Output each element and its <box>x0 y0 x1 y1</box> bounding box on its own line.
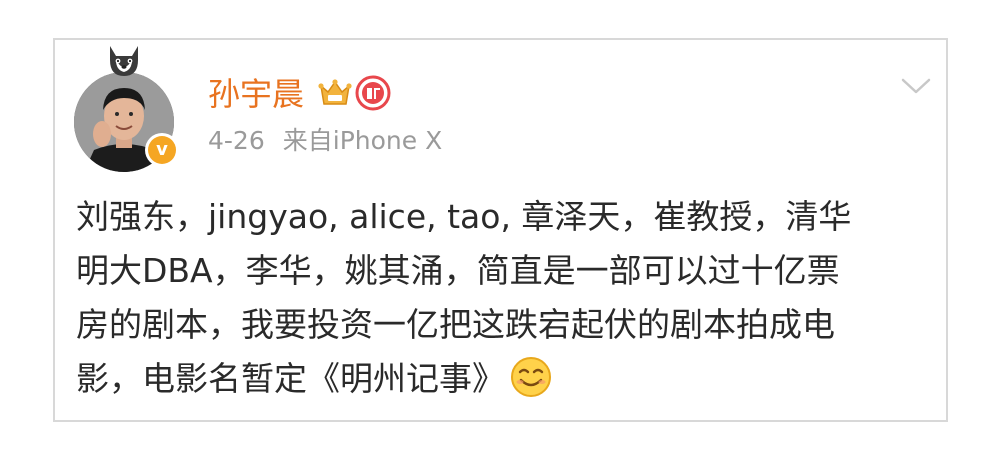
smile-icon <box>509 355 553 399</box>
level-badge-icon[interactable] <box>355 75 391 111</box>
post-text-line-content: 影，电影名暂定《明州记事》 <box>76 359 505 398</box>
post-source: 来自iPhone X <box>282 126 443 155</box>
post-text-line-last: 影，电影名暂定《明州记事》 <box>76 352 926 406</box>
chevron-down-icon[interactable] <box>900 75 932 97</box>
post-text: 刘强东，jingyao, alice, tao, 章泽天，崔教授，清华 明大DB… <box>76 190 926 406</box>
post-time[interactable]: 4-26 <box>208 126 265 155</box>
verified-badge-glyph: v <box>148 136 176 164</box>
vip-crown-icon[interactable] <box>318 78 352 108</box>
husky-icon <box>104 44 144 78</box>
post-text-line: 刘强东，jingyao, alice, tao, 章泽天，崔教授，清华 <box>76 197 852 236</box>
username[interactable]: 孙宇晨 <box>208 74 304 114</box>
post-text-line: 明大DBA，李华，姚其涌，简直是一部可以过十亿票 <box>76 251 840 290</box>
post-text-line: 房的剧本，我要投资一亿把这跌宕起伏的剧本拍成电 <box>76 305 835 344</box>
verified-badge: v <box>145 133 179 167</box>
post-meta: 4-26 来自iPhone X <box>208 124 442 158</box>
